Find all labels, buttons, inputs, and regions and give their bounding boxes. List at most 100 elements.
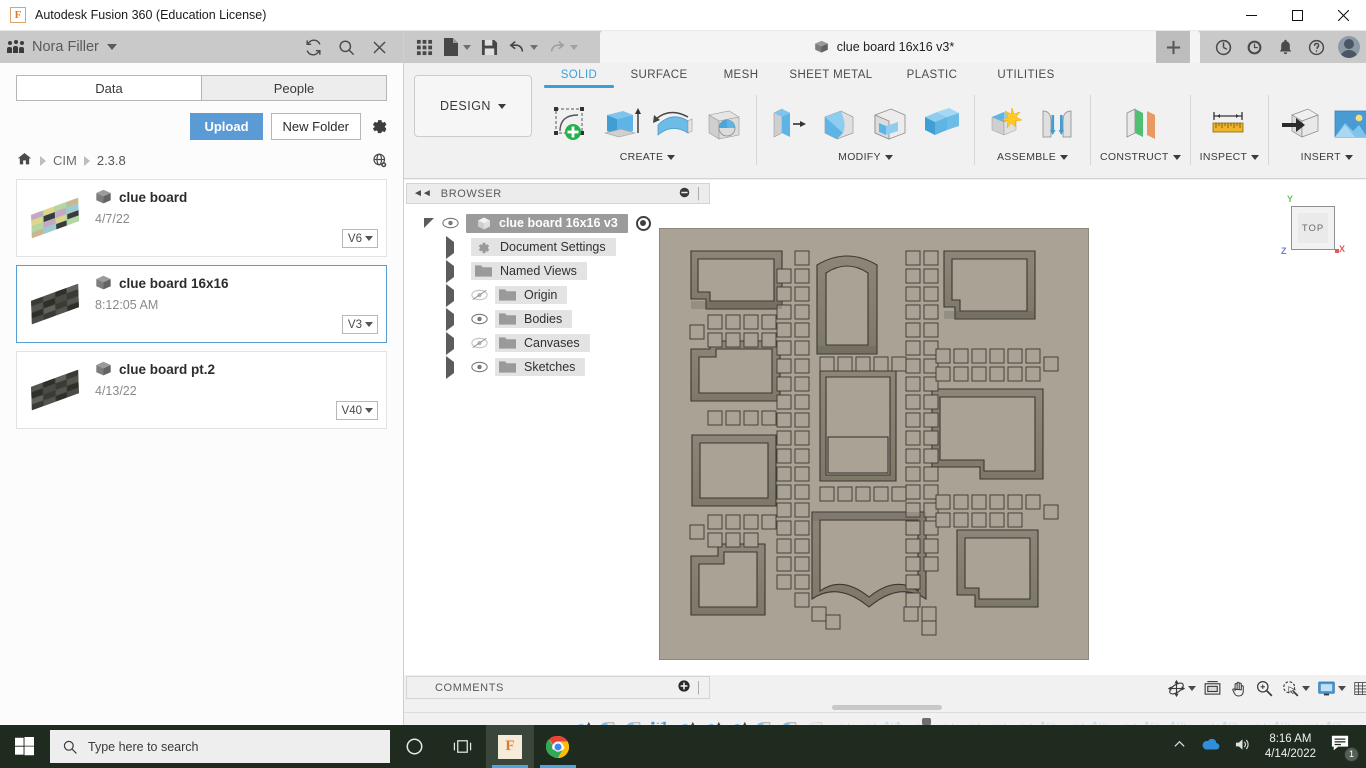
grid-snaps-icon[interactable] [1350, 677, 1366, 700]
close-button[interactable] [1320, 0, 1366, 31]
tree-node-sketches[interactable]: Sketches [406, 355, 710, 379]
measure-icon[interactable] [1206, 103, 1252, 149]
new-component-icon[interactable] [984, 103, 1030, 149]
tree-node-root[interactable]: clue board 16x16 v3 [406, 211, 710, 235]
document-tab[interactable]: clue board 16x16 v3* [600, 31, 1200, 63]
fillet-icon[interactable] [817, 103, 863, 149]
list-item[interactable]: clue board 4/7/22 V6 [16, 179, 387, 257]
minimize-browser-icon[interactable] [679, 187, 690, 201]
version-selector[interactable]: V6 [342, 229, 378, 248]
list-item[interactable]: clue board pt.2 4/13/22 V40 [16, 351, 387, 429]
chevron-up-icon[interactable] [1173, 738, 1186, 756]
insert-derive-icon[interactable] [1278, 103, 1324, 149]
ribbon-group-label-insert[interactable]: INSERT [1301, 151, 1353, 163]
new-folder-button[interactable]: New Folder [271, 113, 361, 140]
cortana-icon[interactable] [390, 725, 438, 768]
search-input[interactable]: Type here to search [50, 730, 390, 763]
expand-collapse-icon[interactable] [446, 236, 465, 259]
tree-node-document-settings[interactable]: Document Settings [406, 235, 710, 259]
ribbon-group-label-create[interactable]: CREATE [620, 151, 676, 163]
tab-utilities[interactable]: UTILITIES [980, 69, 1072, 88]
chrome-icon[interactable] [534, 725, 582, 768]
account-avatar[interactable] [1338, 36, 1360, 58]
clue-board-model[interactable] [659, 228, 1089, 660]
task-view-icon[interactable] [438, 725, 486, 768]
close-panel-icon[interactable] [370, 38, 389, 57]
comments-panel[interactable]: COMMENTS │ [406, 676, 710, 699]
ribbon-group-label-modify[interactable]: MODIFY [838, 151, 893, 163]
activate-component-icon[interactable] [636, 216, 651, 231]
notifications-icon[interactable]: 1 [1330, 734, 1358, 760]
help-question-icon[interactable] [1307, 38, 1326, 57]
shell-icon[interactable] [868, 103, 914, 149]
sweep-icon[interactable] [701, 103, 747, 149]
expand-collapse-icon[interactable] [446, 308, 465, 331]
version-selector[interactable]: V3 [342, 315, 378, 334]
look-at-icon[interactable] [1200, 677, 1225, 700]
orbit-icon[interactable] [1164, 677, 1199, 700]
tree-node-named-views[interactable]: Named Views [406, 259, 710, 283]
speaker-icon[interactable] [1234, 737, 1251, 757]
show-data-panel-icon[interactable] [412, 34, 437, 60]
visibility-eye-off-icon[interactable] [471, 337, 488, 350]
browser-resize-handle[interactable]: │ [696, 188, 703, 200]
revolve-icon[interactable] [650, 103, 696, 149]
clock[interactable]: 8:16 AM 4/14/2022 [1265, 732, 1316, 762]
visibility-eye-icon[interactable] [442, 217, 459, 230]
tab-surface[interactable]: SURFACE [614, 69, 704, 88]
breadcrumb-item-current[interactable]: 2.3.8 [97, 153, 126, 168]
tab-plastic[interactable]: PLASTIC [884, 69, 980, 88]
canvas-scroll-indicator[interactable] [832, 705, 942, 710]
version-selector[interactable]: V40 [336, 401, 378, 420]
view-cube[interactable]: TOP Y X Z [1285, 200, 1341, 256]
tab-sheet-metal[interactable]: SHEET METAL [778, 69, 884, 88]
press-pull-icon[interactable] [766, 103, 812, 149]
pan-hand-icon[interactable] [1226, 677, 1251, 700]
visibility-eye-icon[interactable] [471, 361, 488, 374]
expand-collapse-icon[interactable] [446, 356, 465, 379]
comments-resize-handle[interactable]: │ [696, 682, 703, 694]
new-file-icon[interactable] [439, 34, 475, 60]
redo-icon[interactable] [544, 34, 582, 60]
canvas-image-icon[interactable] [1329, 103, 1366, 149]
onedrive-icon[interactable] [1200, 737, 1220, 756]
ribbon-group-label-construct[interactable]: CONSTRUCT [1100, 151, 1181, 163]
ribbon-group-label-inspect[interactable]: INSPECT [1200, 151, 1260, 163]
tree-root-label-wrap[interactable]: clue board 16x16 v3 [466, 214, 628, 233]
list-item[interactable]: clue board 16x16 8:12:05 AM V3 [16, 265, 387, 343]
upload-button[interactable]: Upload [190, 113, 262, 140]
tree-node-origin[interactable]: Origin [406, 283, 710, 307]
expand-collapse-icon[interactable] [446, 260, 465, 283]
refresh-icon[interactable] [304, 38, 323, 57]
joint-icon[interactable] [1035, 103, 1081, 149]
tree-node-canvases[interactable]: Canvases [406, 331, 710, 355]
zoom-window-icon[interactable] [1278, 677, 1313, 700]
display-settings-icon[interactable] [1314, 677, 1349, 700]
breadcrumb-item-cim[interactable]: CIM [53, 153, 77, 168]
expand-collapse-icon[interactable] [446, 332, 465, 355]
save-icon[interactable] [477, 34, 502, 60]
tab-mesh[interactable]: MESH [704, 69, 778, 88]
extrude-icon[interactable] [599, 103, 645, 149]
visibility-eye-off-icon[interactable] [471, 289, 488, 302]
tree-node-bodies[interactable]: Bodies [406, 307, 710, 331]
create-sketch-icon[interactable] [548, 103, 594, 149]
ribbon-group-label-assemble[interactable]: ASSEMBLE [997, 151, 1068, 163]
breadcrumb-home-icon[interactable] [16, 151, 33, 170]
combine-icon[interactable] [919, 103, 965, 149]
view-cube-face-top[interactable]: TOP [1291, 206, 1335, 250]
search-icon[interactable] [337, 38, 356, 57]
new-tab-button[interactable] [1156, 31, 1190, 63]
workspace-switcher[interactable]: DESIGN [414, 75, 532, 137]
hub-chevron-down-icon[interactable] [107, 44, 117, 50]
offset-plane-icon[interactable] [1117, 103, 1163, 149]
fusion360-taskbar-icon[interactable]: F [486, 725, 534, 768]
minimize-button[interactable] [1228, 0, 1274, 31]
expand-collapse-icon[interactable] [424, 218, 434, 228]
tab-solid[interactable]: SOLID [544, 69, 614, 88]
visibility-eye-icon[interactable] [471, 313, 488, 326]
tab-data[interactable]: Data [16, 75, 201, 101]
zoom-icon[interactable] [1252, 677, 1277, 700]
data-panel-gear-icon[interactable] [369, 117, 389, 137]
expand-collapse-icon[interactable] [446, 284, 465, 307]
